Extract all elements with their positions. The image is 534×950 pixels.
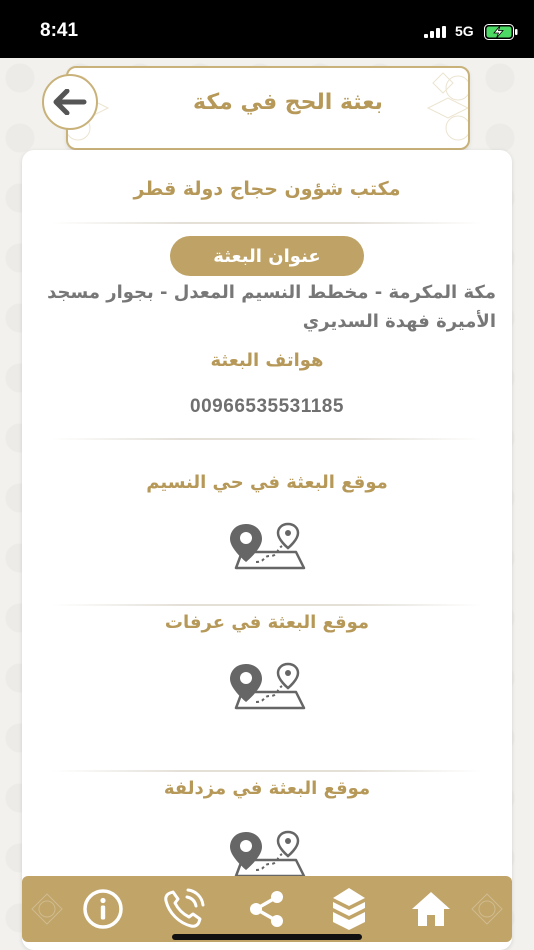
map-location-icon[interactable] (226, 522, 308, 578)
home-indicator (172, 934, 362, 940)
status-bar: 8:41 5G (0, 0, 534, 58)
nav-home[interactable] (406, 884, 456, 934)
map-location-icon[interactable] (226, 662, 308, 718)
battery-charging-icon (484, 24, 518, 40)
arrow-left-icon (53, 89, 87, 115)
nav-info[interactable] (78, 884, 128, 934)
office-name: مكتب شؤون حجاج دولة قطر (133, 178, 401, 200)
share-icon (250, 891, 283, 927)
info-icon (83, 889, 123, 929)
location-title-arafat: موقع البعثة في عرفات (164, 612, 370, 633)
divider (52, 604, 482, 606)
phone-number[interactable]: 00966535531185 (22, 396, 512, 418)
header-banner: بعثة الحج في مكة (66, 66, 470, 150)
address-text: مكة المكرمة - مخطط النسيم المعدل - بجوار… (47, 282, 496, 332)
divider (52, 222, 482, 224)
address-label-badge: عنوان البعثة (170, 236, 364, 276)
page-title: بعثة الحج في مكة (193, 90, 383, 115)
mission-info-card: مكتب شؤون حجاج دولة قطر عنوان البعثة مكة… (22, 150, 512, 950)
divider (52, 438, 482, 440)
back-button[interactable] (42, 74, 98, 130)
nav-kaaba[interactable] (324, 884, 374, 934)
divider (52, 770, 482, 772)
location-title-naseem: موقع البعثة في حي النسيم (146, 472, 388, 493)
status-time: 8:41 (40, 20, 79, 41)
bottom-nav-bar (22, 876, 512, 942)
home-icon (412, 892, 450, 926)
kaaba-icon (333, 888, 365, 930)
nav-call[interactable] (160, 884, 210, 934)
phones-label: هواتف البعثة (210, 350, 324, 371)
phone-icon (164, 888, 205, 928)
network-label: 5G (455, 23, 474, 39)
location-title-muzdalifah: موقع البعثة في مزدلفة (163, 778, 371, 799)
nav-share[interactable] (242, 884, 292, 934)
signal-icon (424, 26, 446, 38)
